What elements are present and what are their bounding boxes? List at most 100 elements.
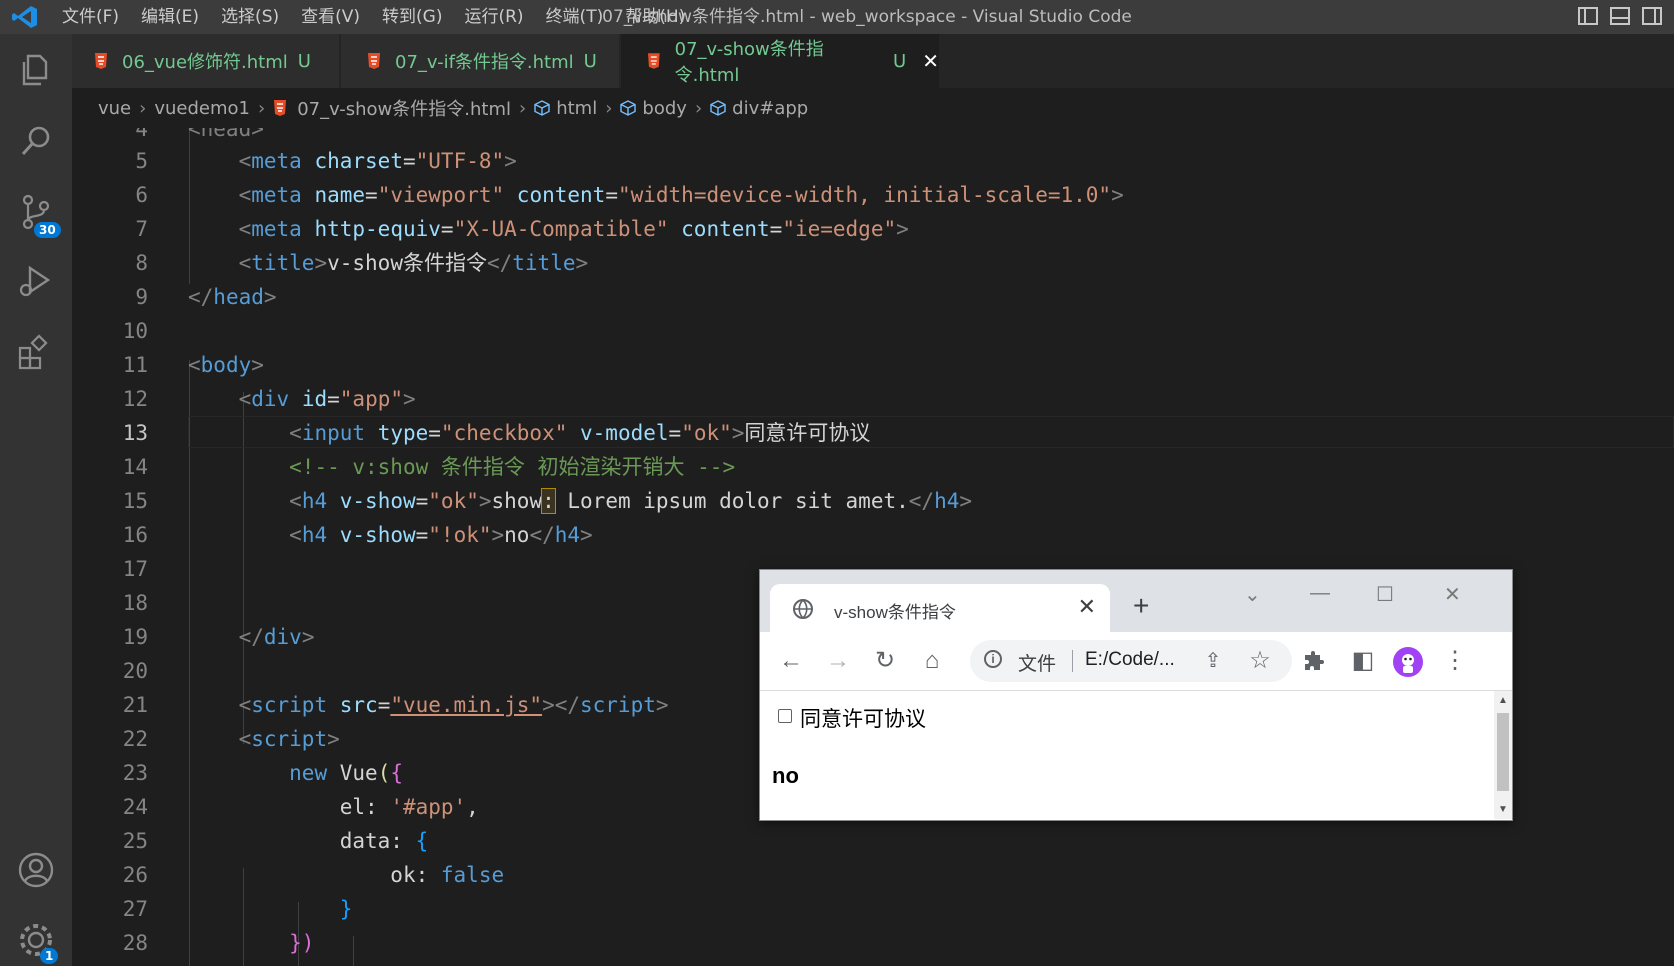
token: "ie=edge" <box>782 217 897 241</box>
code-text: new Vue({ <box>188 756 403 790</box>
maximize-button[interactable]: ☐ <box>1376 582 1394 607</box>
code-line-current: 13 <input type="checkbox" v-model="ok">同… <box>72 416 1674 450</box>
html-file-icon <box>95 53 107 69</box>
token: input <box>301 421 366 445</box>
menu-help[interactable]: 帮助(H) <box>625 0 695 34</box>
line-number: 9 <box>135 285 148 309</box>
menu-run[interactable]: 运行(R) <box>464 0 533 34</box>
token: = <box>365 183 378 207</box>
code-line: 6 <meta name="viewport" content="width=d… <box>72 178 1674 212</box>
line-number: 8 <box>135 251 148 275</box>
code-line: 5 <meta charset="UTF-8"> <box>72 144 1674 178</box>
token: = <box>668 421 682 445</box>
bookmark-star-icon[interactable]: ☆ <box>1245 646 1275 676</box>
token: charset <box>314 149 403 173</box>
address-bar[interactable]: i 文件 E:/Code/... <box>970 640 1292 682</box>
home-button[interactable]: ⌂ <box>917 646 947 676</box>
menu-terminal[interactable]: 终端(T) <box>546 0 614 34</box>
agree-checkbox[interactable] <box>778 709 792 723</box>
toggle-primary-sidebar-icon[interactable] <box>1578 7 1598 25</box>
tab-06-vue-modifiers[interactable]: 06_vue修饰符.html U <box>72 34 340 88</box>
extensions-icon[interactable] <box>14 330 58 374</box>
search-icon[interactable] <box>14 120 58 164</box>
back-button[interactable]: ← <box>776 646 806 676</box>
token: > <box>896 217 909 241</box>
breadcrumb-vuedemo1[interactable]: vuedemo1 <box>154 98 250 119</box>
code-editor[interactable]: 4 <head> 5 <meta charset="UTF-8"> 6 <met… <box>72 128 1674 966</box>
token: "ok" <box>428 489 479 513</box>
scroll-down-arrow[interactable]: ▼ <box>1498 804 1508 815</box>
tab-close-icon[interactable]: ✕ <box>922 49 939 73</box>
toggle-secondary-sidebar-icon[interactable] <box>1642 7 1662 25</box>
close-window-button[interactable]: ✕ <box>1444 582 1461 607</box>
tab-label: 07_v-if条件指令.html <box>395 52 574 73</box>
browser-menu-icon[interactable]: ⋮ <box>1440 646 1470 676</box>
menu-selection[interactable]: 选择(S) <box>221 0 289 34</box>
breadcrumb-body[interactable]: body <box>642 98 687 119</box>
token: > <box>731 421 745 445</box>
code-text: data: { <box>188 824 429 858</box>
token: meta <box>251 149 302 173</box>
code-text: <!-- v:show 条件指令 初始渲染开销大 --> <box>188 450 735 484</box>
menu-edit[interactable]: 编辑(E) <box>141 0 209 34</box>
browser-tab-title: v-show条件指令 <box>834 603 956 622</box>
html-file-icon <box>368 53 380 69</box>
tab-07-v-show-active[interactable]: 07_v-show条件指令.html U ✕ <box>621 34 939 88</box>
token: > <box>478 489 492 513</box>
code-line: 16 <h4 v-show="!ok">no</h4> <box>72 518 1674 552</box>
run-debug-icon[interactable] <box>14 260 58 304</box>
tab-search-dropdown-icon[interactable]: ⌄ <box>1244 582 1261 607</box>
menu-go[interactable]: 转到(G) <box>382 0 452 34</box>
scroll-up-arrow[interactable]: ▲ <box>1498 695 1508 706</box>
token: > <box>314 251 328 275</box>
forward-button[interactable]: → <box>823 646 853 676</box>
tab-07-v-if[interactable]: 07_v-if条件指令.html U <box>341 34 620 88</box>
line-number: 7 <box>135 217 148 241</box>
code-line: 9 </head> <box>72 280 1674 314</box>
token: false <box>440 863 505 887</box>
menu-file[interactable]: 文件(F) <box>62 0 129 34</box>
breadcrumb-file[interactable]: 07_v-show条件指令.html <box>297 95 511 121</box>
reload-button[interactable]: ↻ <box>870 646 900 676</box>
account-icon[interactable] <box>14 848 58 892</box>
chevron-right-icon: › <box>694 97 703 119</box>
token: div <box>251 387 290 411</box>
share-icon[interactable]: ⇪ <box>1198 646 1228 676</box>
token: = <box>402 149 416 173</box>
breadcrumb-html[interactable]: html <box>556 98 597 119</box>
token: </ <box>908 489 935 513</box>
code-line: 26 ok: false <box>72 858 1674 892</box>
breadcrumb-div-app[interactable]: div#app <box>732 98 808 119</box>
token: <head> <box>188 128 264 141</box>
menu-view[interactable]: 查看(V) <box>301 0 370 34</box>
vscode-logo-icon <box>12 6 37 28</box>
page-content: 同意许可协议 no <box>760 691 1494 819</box>
token: < <box>238 183 252 207</box>
token: > <box>504 149 517 173</box>
script-src-link[interactable]: "vue.min.js" <box>390 693 542 717</box>
breadcrumb-vue[interactable]: vue <box>98 98 131 119</box>
token: < <box>238 149 252 173</box>
token: "!ok" <box>428 523 492 547</box>
scrollbar-thumb[interactable] <box>1497 713 1509 791</box>
page-scrollbar[interactable]: ▲ ▼ <box>1494 691 1512 819</box>
code-text: <meta name="viewport" content="width=dev… <box>188 178 1124 212</box>
toggle-panel-icon[interactable] <box>1610 7 1630 25</box>
profile-avatar[interactable] <box>1392 646 1424 678</box>
token: < <box>238 727 252 751</box>
extensions-puzzle-icon[interactable] <box>1302 650 1326 674</box>
code-text: }) <box>188 926 314 960</box>
browser-tab[interactable]: v-show条件指令 ✕ <box>770 584 1110 632</box>
browser-tab-close-icon[interactable]: ✕ <box>1078 594 1096 620</box>
token: http-equiv <box>314 217 441 241</box>
side-panel-icon[interactable]: ◧ <box>1348 646 1378 676</box>
code-line: 8 <title>v-show条件指令</title> <box>72 246 1674 280</box>
explorer-icon[interactable] <box>14 48 58 92</box>
new-tab-button[interactable]: + <box>1133 590 1149 622</box>
minimize-button[interactable]: — <box>1310 582 1330 605</box>
token: "app" <box>339 387 403 411</box>
site-info-icon[interactable]: i <box>984 650 1002 668</box>
line-number: 17 <box>122 557 148 581</box>
address-url[interactable]: E:/Code/... <box>1085 649 1175 671</box>
